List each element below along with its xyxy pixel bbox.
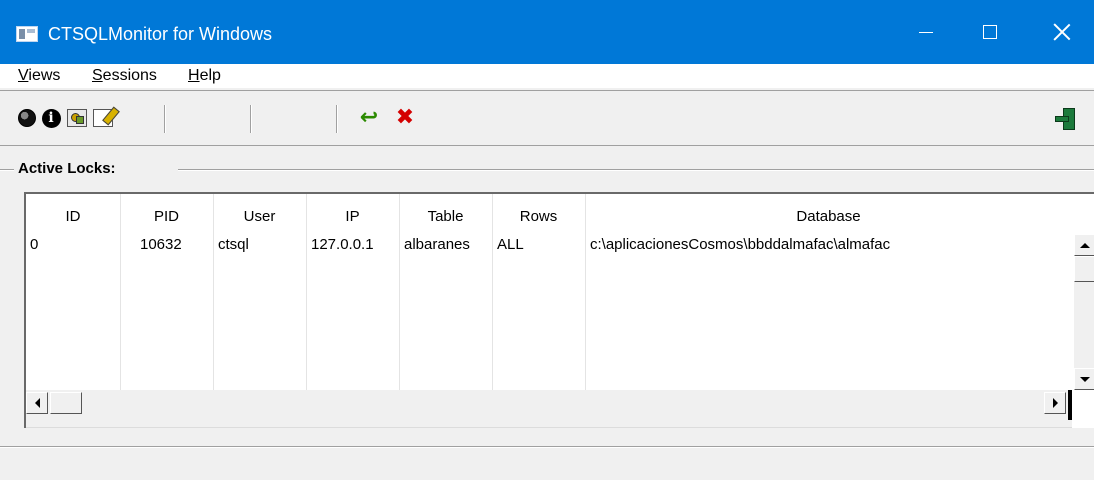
toolbar-separator [250,105,252,133]
close-icon [1053,23,1071,41]
toolbar-separator [336,105,338,133]
connect-button[interactable] [16,107,38,129]
vertical-scroll-thumb[interactable] [1074,256,1094,282]
scrollbar-edge [1068,390,1072,420]
minimize-button[interactable] [894,0,958,64]
vertical-scrollbar[interactable] [1074,234,1094,390]
locks-list[interactable]: ID PID User IP Table Rows Database 0 106… [24,192,1094,428]
refresh-button[interactable]: ↩ [358,107,380,129]
horizontal-scrollbar[interactable] [26,390,1072,428]
close-button[interactable] [1030,0,1094,64]
column-header-database[interactable]: Database [585,208,1072,226]
column-header-table[interactable]: Table [399,208,492,226]
cell-pid: 10632 [140,236,182,253]
column-header-ip[interactable]: IP [306,208,399,226]
menu-help[interactable]: Help [186,66,223,86]
cell-database: c:\aplicacionesCosmos\bbddalmafac\almafa… [590,236,891,253]
maximize-icon [983,25,997,39]
menu-sessions[interactable]: Sessions [90,66,159,86]
arrow-up-icon [1080,242,1090,248]
globe-icon [18,109,36,127]
delete-lock-button[interactable]: ✖ [394,107,416,129]
sessions-button[interactable] [66,107,88,129]
sessions-icon [67,109,87,127]
cell-table: albaranes [404,236,470,253]
info-button[interactable]: i [40,107,62,129]
cell-rows: ALL [497,236,524,253]
group-border [178,169,1094,170]
arrow-down-icon [1080,376,1090,382]
edit-icon [93,109,113,127]
column-header-pid[interactable]: PID [120,208,213,226]
scroll-left-button[interactable] [26,392,48,414]
status-bar [0,446,1094,480]
toolbar: i ↩ ✖ [0,90,1094,146]
arrow-left-icon [34,398,40,408]
toolbar-separator [164,105,166,133]
column-header-user[interactable]: User [213,208,306,226]
cell-ip: 127.0.0.1 [311,236,374,253]
menu-views[interactable]: Views [16,66,62,86]
scroll-up-button[interactable] [1074,234,1094,256]
cell-id: 0 [30,236,39,253]
app-icon[interactable] [16,26,38,42]
edit-button[interactable] [92,107,114,129]
menu-bar: Views Sessions Help [0,64,1094,88]
cell-user: ctsql [218,236,249,253]
exit-icon [1055,107,1075,130]
title-bar[interactable]: CTSQLMonitor for Windows [0,0,1094,64]
column-header-id[interactable]: ID [26,208,120,226]
exit-button[interactable] [1054,107,1076,130]
scroll-right-button[interactable] [1044,392,1066,414]
info-icon: i [41,108,61,128]
active-locks-label: Active Locks: [18,160,116,177]
column-header-rows[interactable]: Rows [492,208,585,226]
horizontal-scroll-thumb[interactable] [50,392,82,414]
minimize-icon [919,31,933,33]
arrow-right-icon [1052,398,1058,408]
refresh-icon: ↩ [359,105,379,130]
scroll-down-button[interactable] [1074,368,1094,390]
delete-icon: ✖ [395,105,415,130]
group-border [0,169,14,170]
maximize-button[interactable] [958,0,1022,64]
window-title: CTSQLMonitor for Windows [48,24,273,44]
